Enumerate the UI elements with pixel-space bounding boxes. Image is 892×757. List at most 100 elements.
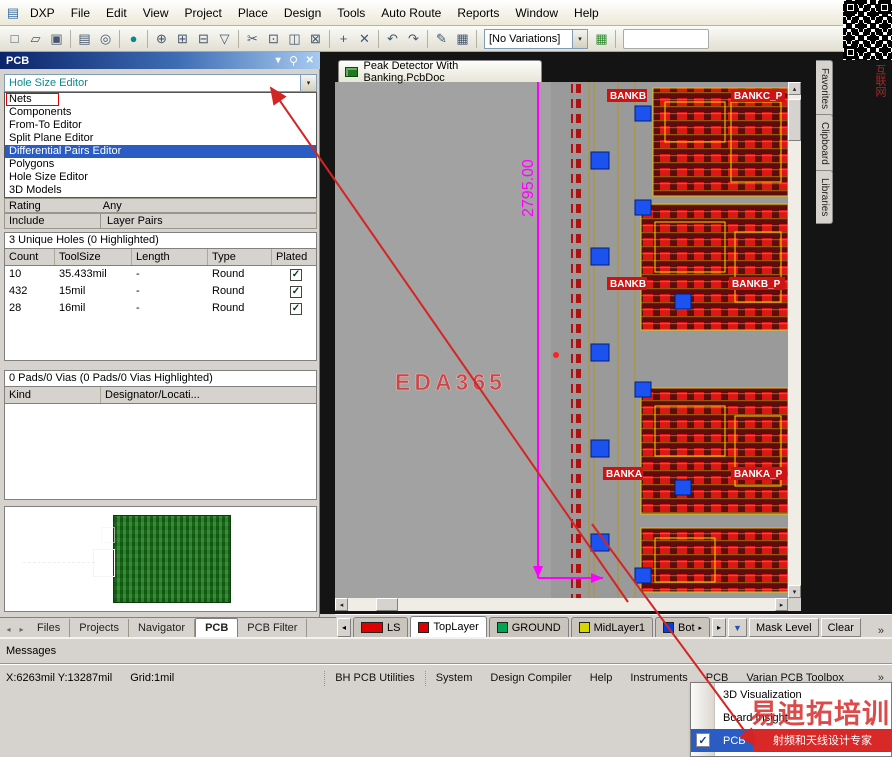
scroll-left-icon[interactable]: ◂ — [335, 598, 348, 611]
cut-icon[interactable]: ✂ — [242, 29, 263, 49]
mask-funnel-icon[interactable]: ▼ — [728, 618, 747, 637]
menu-view[interactable]: View — [135, 1, 177, 25]
side-tab-clipboard[interactable]: Clipboard — [816, 114, 833, 173]
col-count[interactable]: Count — [5, 249, 55, 265]
copy-icon[interactable]: ⊡ — [263, 29, 284, 49]
scroll-down-icon[interactable]: ▾ — [788, 585, 801, 598]
dropdown-item-components[interactable]: Components — [5, 106, 316, 119]
status-menu-system[interactable]: System — [427, 669, 482, 687]
zoom-fit-icon[interactable]: ⊕ — [151, 29, 172, 49]
board-preview[interactable] — [4, 506, 317, 612]
overflow-chevron-icon[interactable]: » — [872, 625, 890, 637]
menu-place[interactable]: Place — [230, 1, 276, 25]
tabs-scroll-left-icon[interactable]: ◂ — [2, 622, 15, 637]
layer-tab-ground[interactable]: GROUND — [489, 617, 569, 637]
layer-scroll-right-icon[interactable]: ▸ — [712, 618, 726, 637]
dropdown-item-differential-pairs-editor[interactable]: Differential Pairs Editor — [5, 145, 316, 158]
layer-scroll-left-icon[interactable]: ◂ — [337, 618, 351, 637]
menu-tools[interactable]: Tools — [329, 1, 373, 25]
save-icon[interactable]: ▣ — [46, 29, 67, 49]
dropdown-item-polygons[interactable]: Polygons — [5, 158, 316, 171]
menu-window[interactable]: Window — [507, 1, 566, 25]
tab-navigator[interactable]: Navigator — [129, 619, 195, 637]
layer-pairs-label[interactable]: Layer Pairs — [101, 215, 163, 227]
redo-icon[interactable]: ↷ — [403, 29, 424, 49]
break-track-icon[interactable]: ✕ — [354, 29, 375, 49]
table-row[interactable]: 432 15mil - Round ✓ — [5, 283, 316, 300]
scroll-right-icon[interactable]: ▸ — [775, 598, 788, 611]
include-label[interactable]: Include — [5, 214, 101, 228]
chevron-down-icon[interactable]: ▾ — [572, 30, 587, 48]
menu-auto-route[interactable]: Auto Route — [373, 1, 449, 25]
dropdown-item-hole-size-editor[interactable]: Hole Size Editor — [5, 171, 316, 184]
cross-probe-icon[interactable]: + — [333, 29, 354, 49]
dropdown-item-split-plane-editor[interactable]: Split Plane Editor — [5, 132, 316, 145]
col-length[interactable]: Length — [132, 249, 208, 265]
col-type[interactable]: Type — [208, 249, 272, 265]
pcb-panel-header[interactable]: PCB ▾ ✕ — [0, 52, 320, 69]
messages-panel[interactable]: Messages — [0, 637, 892, 664]
plated-checkbox[interactable]: ✓ — [290, 303, 302, 315]
chevron-down-icon[interactable]: ▾ — [300, 75, 316, 91]
close-icon[interactable]: ✕ — [306, 56, 314, 66]
heal-icon[interactable]: ● — [123, 29, 144, 49]
scroll-thumb[interactable] — [788, 99, 801, 141]
menu-file[interactable]: File — [63, 1, 98, 25]
tab-files[interactable]: Files — [28, 619, 70, 637]
pads-table-empty[interactable] — [4, 404, 317, 500]
status-menu-bh-pcb-utilities[interactable]: BH PCB Utilities — [326, 669, 423, 687]
grid-icon[interactable]: ▦ — [452, 29, 473, 49]
status-menu-help[interactable]: Help — [581, 669, 622, 687]
print-preview-icon[interactable]: ◎ — [95, 29, 116, 49]
print-icon[interactable]: ▤ — [74, 29, 95, 49]
mask-level-button[interactable]: Mask Level — [749, 618, 819, 637]
tab-pcb[interactable]: PCB — [195, 618, 238, 637]
dropdown-item-nets[interactable]: Nets — [5, 93, 316, 106]
tab-pcb-filter[interactable]: PCB Filter — [238, 619, 307, 637]
layer-tab-midlayer1[interactable]: MidLayer1 — [571, 617, 653, 637]
clear-filter-icon[interactable]: ⊠ — [305, 29, 326, 49]
scroll-thumb[interactable] — [376, 598, 398, 611]
menu-help[interactable]: Help — [566, 1, 607, 25]
menu-design[interactable]: Design — [276, 1, 329, 25]
open-icon[interactable]: ▱ — [25, 29, 46, 49]
table-row[interactable]: 28 16mil - Round ✓ — [5, 300, 316, 317]
col-toolsize[interactable]: ToolSize — [55, 249, 132, 265]
quick-filter-box[interactable] — [623, 29, 709, 49]
col-kind[interactable]: Kind — [5, 387, 101, 403]
dropdown-item-from-to-editor[interactable]: From-To Editor — [5, 119, 316, 132]
scroll-up-icon[interactable]: ▴ — [788, 82, 801, 95]
status-menu-design-compiler[interactable]: Design Compiler — [481, 669, 580, 687]
side-tab-libraries[interactable]: Libraries — [816, 170, 833, 224]
undo-icon[interactable]: ↶ — [382, 29, 403, 49]
menu-project[interactable]: Project — [177, 1, 230, 25]
menu-reports[interactable]: Reports — [449, 1, 507, 25]
col-plated[interactable]: Plated — [272, 249, 316, 265]
pcb-canvas[interactable]: BANKB BANKC_P BANKB BANKB_P BANKA BANKA_… — [335, 82, 788, 598]
side-tab-favorites[interactable]: Favorites — [816, 60, 833, 117]
status-menu-instruments[interactable]: Instruments — [621, 669, 696, 687]
rating-value[interactable]: Any — [41, 200, 122, 212]
paste-icon[interactable]: ◫ — [284, 29, 305, 49]
clear-button[interactable]: Clear — [821, 618, 861, 637]
new-icon[interactable]: □ — [4, 29, 25, 49]
pin-icon[interactable] — [289, 56, 298, 66]
layer-tab-scroll-icon[interactable]: ▸ — [699, 624, 703, 632]
layer-tab-ls[interactable]: LS — [353, 617, 408, 637]
menu-dxp[interactable]: DXP — [22, 1, 63, 25]
tabs-scroll-right-icon[interactable]: ▸ — [15, 622, 28, 637]
dropdown-item-3d-models[interactable]: 3D Models — [5, 184, 316, 197]
variations-select[interactable]: [No Variations] ▾ — [484, 29, 588, 49]
table-row[interactable]: 10 35.433mil - Round ✓ — [5, 266, 316, 283]
tab-projects[interactable]: Projects — [70, 619, 129, 637]
horizontal-scrollbar[interactable]: ◂ ▸ — [335, 598, 788, 611]
filter-icon[interactable]: ▽ — [214, 29, 235, 49]
panel-mode-select[interactable]: Hole Size Editor ▾ — [4, 74, 317, 92]
vertical-scrollbar[interactable]: ▴ ▾ — [788, 82, 801, 598]
panel-menu-icon[interactable]: ▾ — [276, 56, 281, 66]
layer-tab-toplayer[interactable]: TopLayer — [410, 616, 486, 637]
zoom-selection-icon[interactable]: ⊟ — [193, 29, 214, 49]
zoom-area-icon[interactable]: ⊞ — [172, 29, 193, 49]
edit-icon[interactable]: ✎ — [431, 29, 452, 49]
plated-checkbox[interactable]: ✓ — [290, 286, 302, 298]
